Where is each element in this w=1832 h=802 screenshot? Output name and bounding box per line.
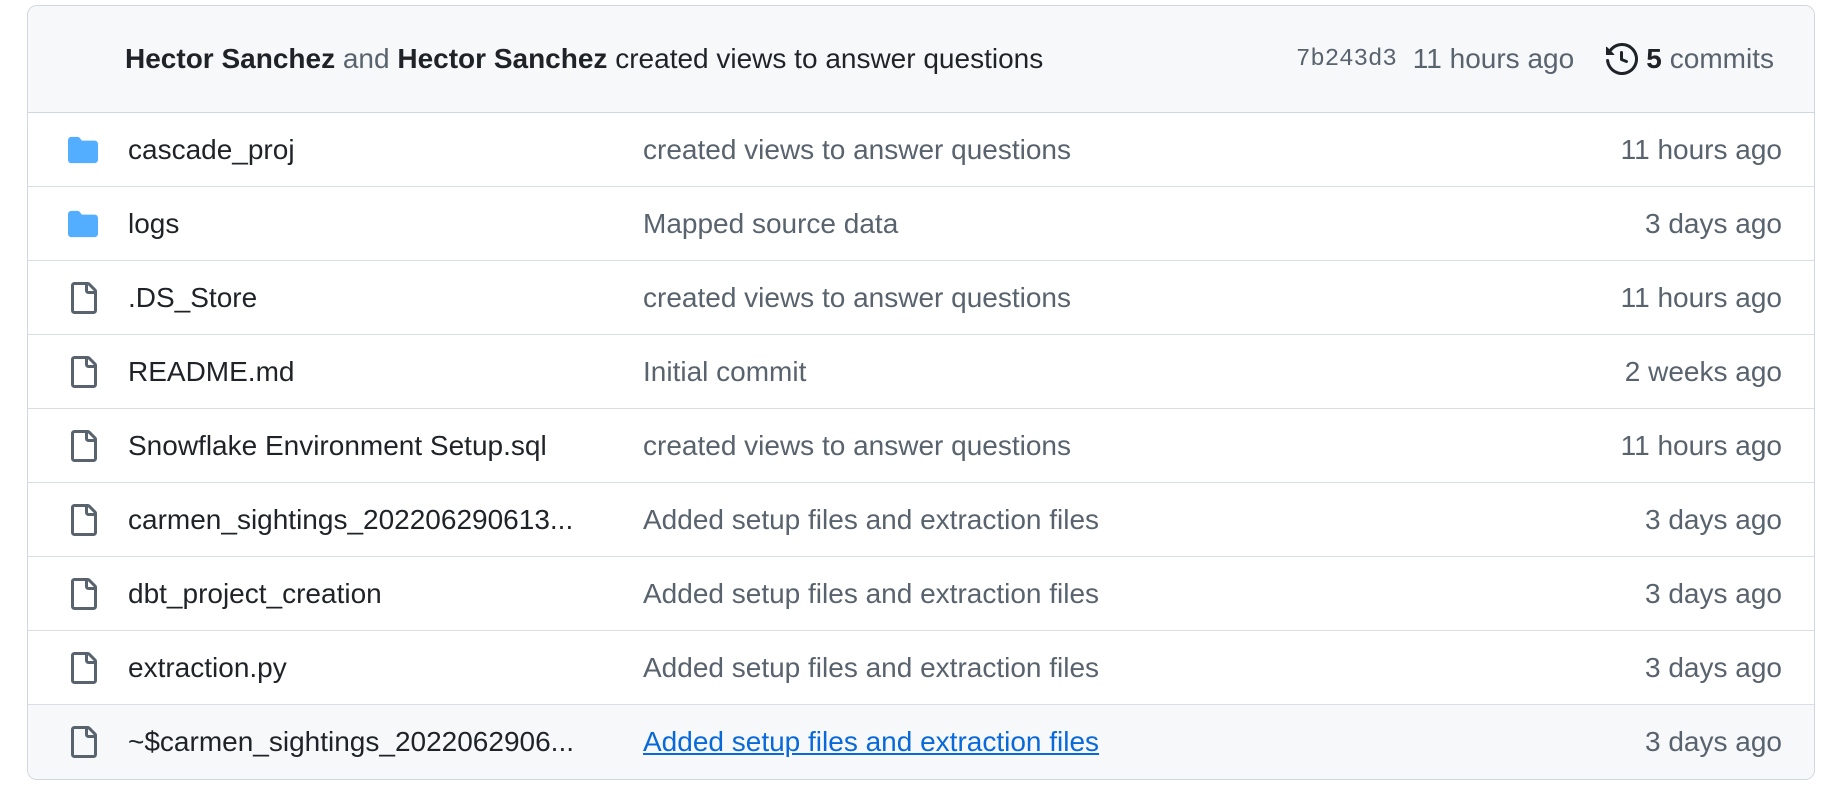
and-text: and xyxy=(342,43,390,74)
commit-age: 2 weeks ago xyxy=(1624,355,1782,387)
commit-age: 3 days ago xyxy=(1645,651,1782,683)
commit-message-link[interactable]: created views to answer questions xyxy=(643,134,1621,166)
file-name-link[interactable]: dbt_project_creation xyxy=(128,578,643,610)
commit-message-link[interactable]: Initial commit xyxy=(643,356,1625,388)
commit-message-link[interactable]: created views to answer questions xyxy=(643,282,1621,314)
history-icon xyxy=(1606,43,1639,75)
file-row[interactable]: extraction.py Added setup files and extra… xyxy=(28,631,1814,705)
file-icon xyxy=(58,577,108,611)
file-icon xyxy=(58,355,108,389)
commit-message-link[interactable]: Mapped source data xyxy=(643,208,1645,240)
commit-message-link[interactable]: Added setup files and extraction files xyxy=(643,578,1645,610)
file-browser: Hector Sanchez and Hector Sanchez create… xyxy=(27,5,1815,780)
file-icon xyxy=(58,503,108,537)
file-icon xyxy=(58,429,108,463)
commit-age: 11 hours ago xyxy=(1620,133,1782,165)
commit-label: commits xyxy=(1669,43,1774,74)
file-name-link[interactable]: cascade_proj xyxy=(128,134,643,166)
file-name-link[interactable]: ~$carmen_sightings_2022062906... xyxy=(128,726,643,758)
commits-link[interactable]: 5 commits xyxy=(1606,43,1774,75)
file-row[interactable]: cascade_proj created views to answer ques… xyxy=(28,113,1814,187)
file-name-link[interactable]: README.md xyxy=(128,356,643,388)
folder-icon xyxy=(58,135,108,165)
commit-age: 3 days ago xyxy=(1645,726,1782,757)
commit-coauthor-link[interactable]: Hector Sanchez xyxy=(397,43,607,74)
file-row[interactable]: dbt_project_creation Added setup files an… xyxy=(28,557,1814,631)
commit-age: 11 hours ago xyxy=(1620,429,1782,461)
commit-message-link[interactable]: Added setup files and extraction files xyxy=(643,504,1645,536)
file-row[interactable]: ~$carmen_sightings_2022062906... Added se… xyxy=(28,705,1814,779)
file-list: cascade_proj created views to answer ques… xyxy=(28,113,1814,779)
commit-author-link[interactable]: Hector Sanchez xyxy=(125,43,335,74)
file-row[interactable]: logs Mapped source data 3 days ago xyxy=(28,187,1814,261)
file-name-link[interactable]: logs xyxy=(128,208,643,240)
commit-age: 3 days ago xyxy=(1645,503,1782,535)
commit-message-link[interactable]: Added setup files and extraction files xyxy=(643,726,1645,758)
commit-age: 3 days ago xyxy=(1645,207,1782,239)
file-name-link[interactable]: extraction.py xyxy=(128,652,643,684)
latest-commit-meta: 7b243d3 11 hours ago 5 commits xyxy=(1296,43,1774,75)
commit-time: 11 hours ago xyxy=(1412,43,1575,74)
file-icon xyxy=(58,281,108,315)
file-icon xyxy=(58,651,108,685)
commit-count: 5 xyxy=(1646,43,1662,74)
latest-commit-message: Hector Sanchez and Hector Sanchez create… xyxy=(125,43,1296,75)
commit-message-link[interactable]: created views to answer questions xyxy=(643,430,1621,462)
latest-commit-bar: Hector Sanchez and Hector Sanchez create… xyxy=(28,6,1814,113)
file-name-link[interactable]: Snowflake Environment Setup.sql xyxy=(128,430,643,462)
commit-message-link[interactable]: created views to answer questions xyxy=(615,43,1043,74)
file-row[interactable]: carmen_sightings_202206290613... Added se… xyxy=(28,483,1814,557)
file-row[interactable]: Snowflake Environment Setup.sql created v… xyxy=(28,409,1814,483)
file-row[interactable]: README.md Initial commit 2 weeks ago xyxy=(28,335,1814,409)
file-name-link[interactable]: carmen_sightings_202206290613... xyxy=(128,504,643,536)
commit-age: 11 hours ago xyxy=(1620,281,1782,313)
file-icon xyxy=(58,725,108,759)
file-row[interactable]: .DS_Store created views to answer questio… xyxy=(28,261,1814,335)
commit-age: 3 days ago xyxy=(1645,577,1782,609)
file-name-link[interactable]: .DS_Store xyxy=(128,282,643,314)
commit-message-link[interactable]: Added setup files and extraction files xyxy=(643,652,1645,684)
commit-sha-link[interactable]: 7b243d3 xyxy=(1296,46,1397,73)
folder-icon xyxy=(58,209,108,239)
